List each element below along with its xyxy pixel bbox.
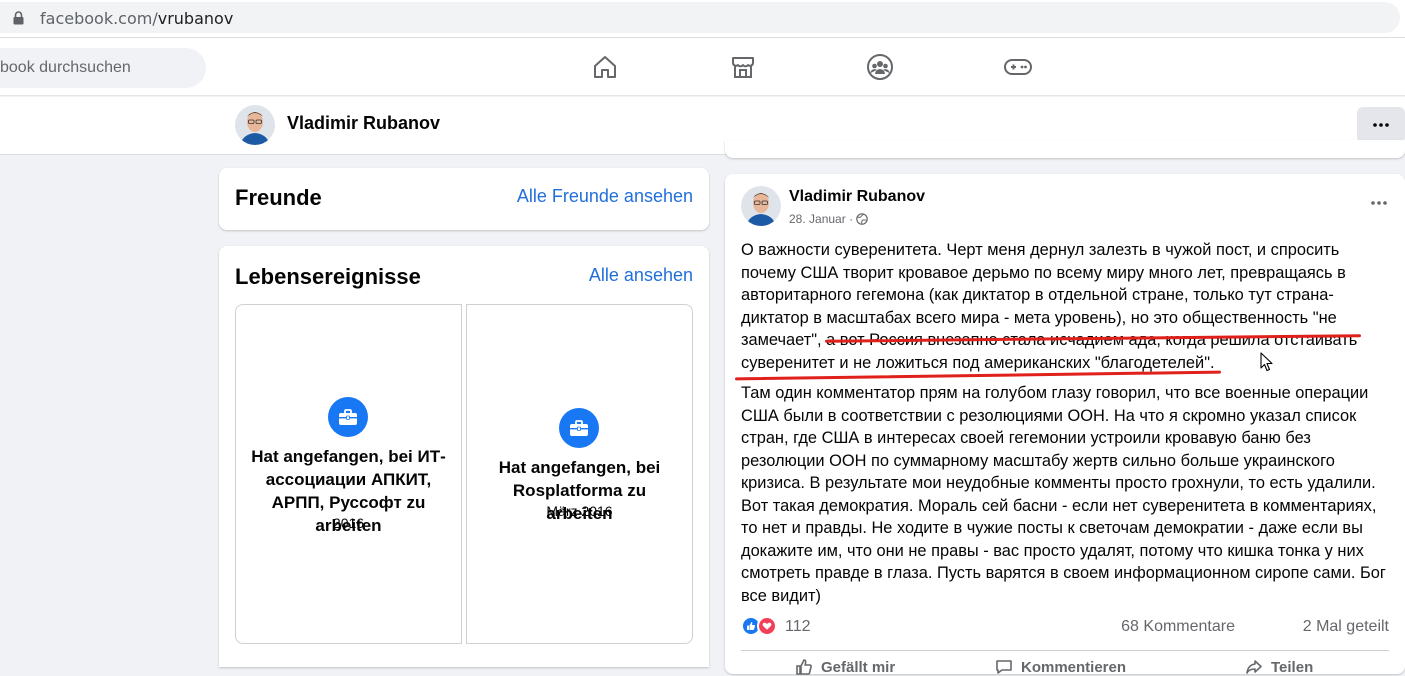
globe-icon xyxy=(856,213,869,225)
url-path: vrubanov xyxy=(157,9,234,28)
friends-title: Freunde xyxy=(235,185,322,210)
thumbs-up-icon xyxy=(796,659,812,675)
life-event-item[interactable]: Hat angefangen, bei ИТ-ассоциации АПКИТ,… xyxy=(235,304,462,644)
top-navigation xyxy=(0,38,1405,96)
all-friends-link[interactable]: Alle Freunde ansehen xyxy=(517,186,693,207)
more-options-button[interactable] xyxy=(1357,107,1405,143)
life-event-date: 2016 xyxy=(332,515,365,531)
home-icon[interactable] xyxy=(588,50,622,84)
comments-count[interactable]: 68 Kommentare xyxy=(1121,618,1235,636)
post-date[interactable]: 28. Januar xyxy=(789,212,846,226)
life-events-card: Lebensereignisse Alle ansehen Hat angefa… xyxy=(219,246,709,667)
like-label: Gefällt mir xyxy=(821,658,896,676)
browser-url-bar: facebook.com/vrubanov xyxy=(0,0,1405,38)
love-reaction-icon xyxy=(757,616,777,636)
all-events-link[interactable]: Alle ansehen xyxy=(589,265,693,286)
post-paragraph-2: Там один комментатор прям на голубом гла… xyxy=(741,384,1386,605)
ellipsis-icon xyxy=(1373,123,1389,127)
previous-post-edge xyxy=(725,140,1405,158)
comment-button[interactable]: Kommentieren xyxy=(995,658,1126,676)
groups-icon[interactable] xyxy=(863,50,897,84)
marketplace-icon[interactable] xyxy=(726,50,760,84)
share-label: Teilen xyxy=(1271,658,1314,676)
briefcase-icon xyxy=(559,408,599,448)
post-meta: 28. Januar · xyxy=(789,212,869,226)
post-author-name[interactable]: Vladimir Rubanov xyxy=(789,188,925,206)
share-icon xyxy=(1246,660,1262,674)
post-card: Vladimir Rubanov 28. Januar · О важности… xyxy=(725,174,1405,676)
meta-separator: · xyxy=(849,212,857,226)
profile-name[interactable]: Vladimir Rubanov xyxy=(287,113,440,134)
briefcase-icon xyxy=(328,397,368,437)
search-input[interactable] xyxy=(0,48,200,88)
url-host: facebook.com/ xyxy=(40,9,158,28)
url-text[interactable]: facebook.com/vrubanov xyxy=(40,9,233,28)
life-event-item[interactable]: Hat angefangen, bei Rosplatforma zu arbe… xyxy=(466,304,693,644)
gaming-icon[interactable] xyxy=(1001,50,1035,84)
lock-icon xyxy=(13,11,24,25)
mouse-cursor-icon xyxy=(1260,352,1273,372)
post-author-avatar[interactable] xyxy=(741,186,781,226)
life-events-title: Lebensereignisse xyxy=(235,264,421,289)
search-box[interactable] xyxy=(0,48,206,88)
friends-card: Freunde Alle Freunde ansehen xyxy=(219,168,709,230)
post-paragraph-1: О важности суверенитета. Черт меня дерну… xyxy=(741,241,1358,372)
share-button[interactable]: Teilen xyxy=(1245,658,1313,676)
ellipsis-icon xyxy=(1371,201,1387,205)
comment-label: Kommentieren xyxy=(1021,658,1127,676)
like-button[interactable]: Gefällt mir xyxy=(795,658,895,676)
comment-icon xyxy=(996,660,1012,674)
life-event-date: März 2016 xyxy=(546,503,613,519)
shares-count[interactable]: 2 Mal geteilt xyxy=(1303,618,1389,636)
post-options-button[interactable] xyxy=(1371,192,1387,210)
profile-avatar[interactable] xyxy=(235,105,275,145)
actions-divider xyxy=(741,650,1389,651)
address-bar[interactable]: facebook.com/vrubanov xyxy=(0,2,1400,33)
reactions-count: 112 xyxy=(785,618,811,635)
